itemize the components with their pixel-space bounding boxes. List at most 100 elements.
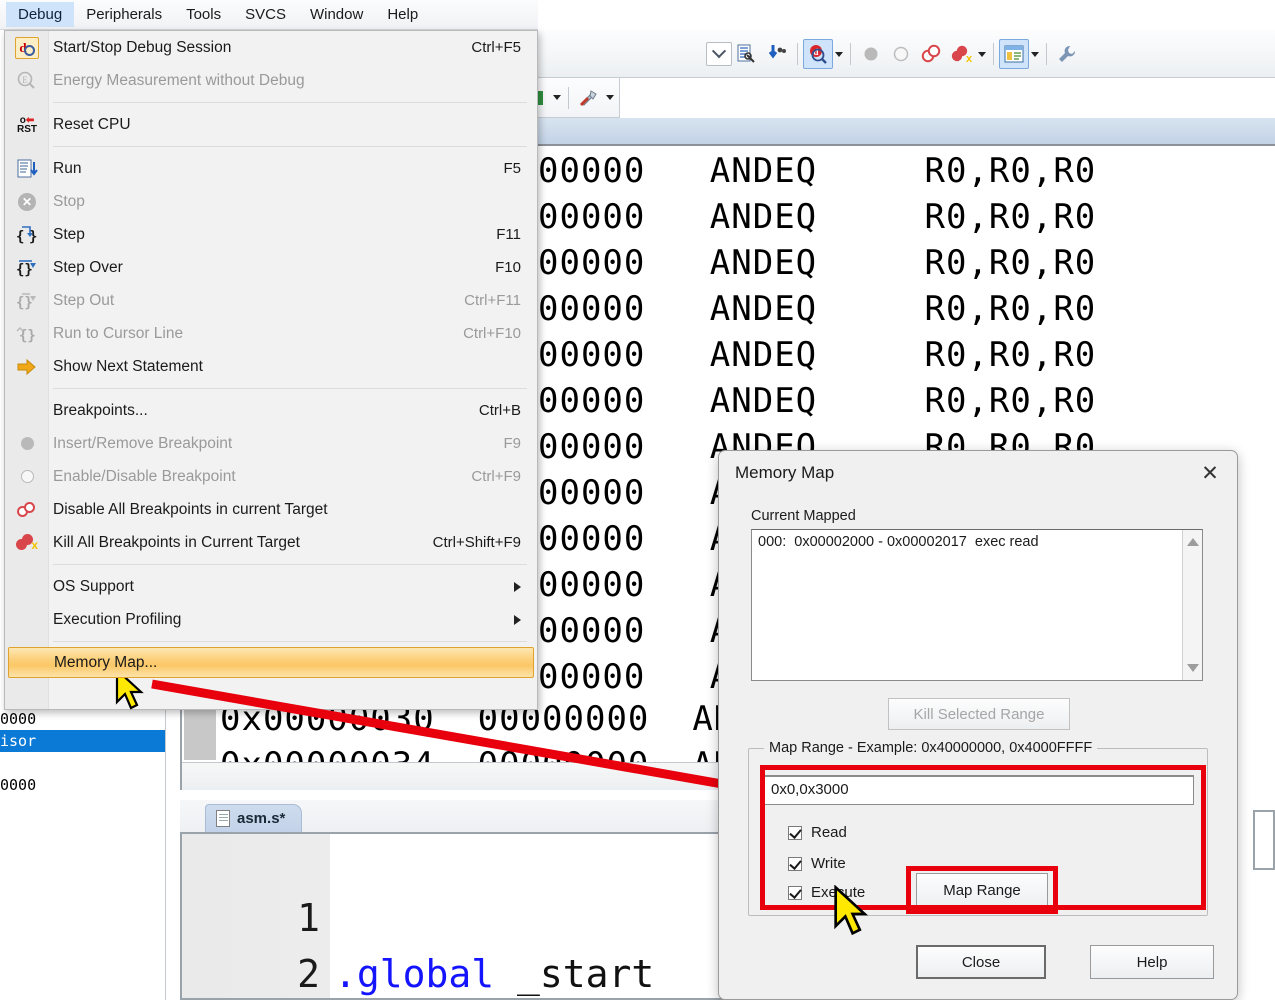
close-icon[interactable]: ✕ [1195,459,1225,487]
menu-item-start-stop-debug-session[interactable]: d Start/Stop Debug Session Ctrl+F5 [5,31,537,64]
menu-item-step[interactable]: {} Step F11 [5,218,537,251]
menu-item-accel: Ctrl+B [478,402,521,419]
code-line: 3 _start: [182,946,725,998]
menu-item-label: Run to Cursor Line [53,324,184,342]
run-icon [13,156,41,182]
tab-label: asm.s* [237,810,286,827]
project-panel[interactable]: 0000 isor 0000 [0,708,165,828]
screenshot-root: d x 00000 ANDEQ R0,R0,R0 00000 ANDEQ R0,… [0,0,1275,1000]
menu-item-label: Stop [53,192,85,210]
disassembly-row: 00000 ANDEQ R0,R0,R0 [538,151,1097,191]
list-item[interactable]: 0000 [0,774,165,796]
step-out-icon: {} [13,288,41,314]
menu-item-accel: Ctrl+F9 [471,468,521,485]
list-item[interactable]: isor [0,730,165,752]
map-range-group-title: Map Range - Example: 0x40000000, 0x4000F… [764,740,1098,756]
start-stop-debug-icon[interactable]: d [803,39,833,69]
disassembly-view-lower[interactable]: 0x00000030 00000000 AN 0x00000034 000000… [180,700,725,790]
menu-item-os-support[interactable]: OS Support [5,570,537,603]
chevron-right-icon [514,581,521,592]
menu-item-label: Run [53,159,82,177]
enable-disable-breakpoint-icon[interactable] [886,39,916,69]
editor-tabbar: asm.s* [180,800,725,832]
menu-item-disable-all-breakpoints[interactable]: Disable All Breakpoints in current Targe… [5,493,537,526]
toolbar-separator [568,86,569,109]
memory-map-caret[interactable] [1029,40,1041,68]
menubar-item-peripherals[interactable]: Peripherals [74,2,174,27]
menu-item-accel: Ctrl+Shift+F9 [432,534,521,551]
start-stop-debug-caret[interactable] [833,40,845,68]
view-disassembly-icon[interactable] [732,39,762,69]
run-to-cursor-icon: {} [13,321,41,347]
disassembly-row: 00000 ANDEQ R0,R0,R0 [538,243,1097,283]
menubar-item-svcs[interactable]: SVCS [233,2,298,27]
enable-disable-breakpoint-icon [13,464,41,490]
menu-item-accel: Ctrl+F11 [464,292,521,309]
menu-item-label: Insert/Remove Breakpoint [53,434,233,452]
kill-all-breakpoints-icon[interactable]: x [946,39,976,69]
build-tools-caret[interactable] [604,84,616,112]
configuration-wizard-icon[interactable] [1052,39,1082,69]
menu-item-memory-map[interactable]: Memory Map... [8,647,534,678]
close-button[interactable]: Close [916,945,1046,979]
menu-item-execution-profiling[interactable]: Execution Profiling [5,603,537,636]
disassembly-row: 00000 ANDEQ R0,R0,R0 [538,197,1097,237]
disassembly-row: 00000 ANDEQ R0,R0,R0 [538,335,1097,375]
listbox-scrollbar[interactable] [1182,530,1202,680]
menubar-item-tools[interactable]: Tools [174,2,233,27]
list-item[interactable] [0,752,165,774]
menu-item-insert-remove-breakpoint: Insert/Remove Breakpoint F9 [5,427,537,460]
file-icon [216,810,230,827]
disassembly-row: 00000 ANDEQ R0,R0,R0 [538,381,1097,421]
svg-text:{}: {} [16,295,33,311]
build-tools-icon[interactable] [574,83,604,113]
memory-window-icon[interactable] [762,39,792,69]
menu-item-kill-all-breakpoints[interactable]: x Kill All Breakpoints in Current Target… [5,526,537,559]
help-button[interactable]: Help [1090,945,1214,979]
menu-item-label: Energy Measurement without Debug [53,71,305,89]
menu-bar: Debug Peripherals Tools SVCS Window Help [0,0,538,30]
show-next-statement-icon [13,354,41,380]
disassembly-row: 00000 ANDEQ R0,R0,R0 [538,289,1097,329]
menu-item-run[interactable]: Run F5 [5,152,537,185]
menubar-item-debug[interactable]: Debug [6,2,75,27]
svg-text:{: { [16,229,24,245]
menu-separator [53,388,527,389]
menu-item-reset-cpu[interactable]: o⬅ RST Reset CPU [5,108,537,141]
mouse-cursor-execute [834,885,869,936]
menu-item-step-over[interactable]: {} Step Over F10 [5,251,537,284]
menu-item-step-out: {} Step Out Ctrl+F11 [5,284,537,317]
kill-all-breakpoints-icon: x [13,530,41,556]
insert-remove-breakpoint-icon [13,431,41,457]
kill-all-breakpoints-caret[interactable] [976,40,988,68]
dialog-title: Memory Map [735,463,835,482]
insert-remove-breakpoint-icon[interactable] [856,39,886,69]
svg-text:E: E [22,75,28,85]
menu-item-accel: Ctrl+F10 [463,325,521,342]
code-editor[interactable]: 1 .global _start 2 3 _start: [180,832,725,1000]
disable-all-breakpoints-icon[interactable] [916,39,946,69]
target-options-caret[interactable] [551,84,563,112]
current-mapped-listbox[interactable]: 000: 0x00002000 - 0x00002017 exec read [751,529,1203,681]
scroll-up-icon[interactable] [1183,532,1203,552]
menu-item-label: Enable/Disable Breakpoint [53,467,236,485]
kill-selected-range-button: Kill Selected Range [888,698,1070,730]
list-item[interactable]: 000: 0x00002000 - 0x00002017 exec read [752,530,1202,554]
memory-map-icon[interactable] [999,39,1029,69]
toolbar-separator [993,43,994,65]
menu-item-breakpoints[interactable]: Breakpoints... Ctrl+B [5,394,537,427]
tab-asm-s[interactable]: asm.s* [205,804,303,832]
scroll-down-icon[interactable] [1183,658,1203,678]
menu-item-label: Memory Map... [54,653,158,671]
step-icon: {} [13,222,41,248]
target-combo[interactable] [706,42,732,66]
annotation-box-map-range-button [906,866,1058,914]
menu-item-enable-disable-breakpoint: Enable/Disable Breakpoint Ctrl+F9 [5,460,537,493]
menu-item-run-to-cursor-line: {} Run to Cursor Line Ctrl+F10 [5,317,537,350]
menubar-item-help[interactable]: Help [375,2,430,27]
disable-all-breakpoints-icon [13,497,41,523]
menu-item-show-next-statement[interactable]: Show Next Statement [5,350,537,383]
svg-text:x: x [966,53,973,64]
menu-item-label: Execution Profiling [53,610,182,628]
menubar-item-window[interactable]: Window [298,2,375,27]
